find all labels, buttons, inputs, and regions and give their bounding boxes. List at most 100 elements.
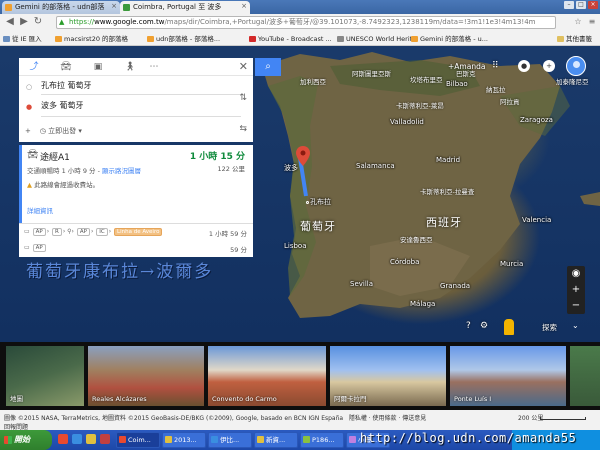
alternative-routes: ▭ AP › R › ⚲› AP › IC › Linha de Aveiro 1 小時… <box>19 223 253 257</box>
swap-icon[interactable]: ⇅ <box>239 93 247 103</box>
apps-icon <box>3 36 10 42</box>
alt-route-1[interactable]: ▭ AP › R › ⚲› AP › IC › Linha de Aveiro <box>24 228 163 236</box>
close-tab-icon[interactable]: × <box>241 2 247 10</box>
route-duration: 1 小時 15 分 <box>189 152 245 162</box>
unesco-icon <box>337 36 344 42</box>
zoom-out-icon[interactable]: − <box>567 298 585 314</box>
folder-quicklaunch-icon[interactable] <box>86 434 96 444</box>
taskbar-task-chrome[interactable]: Coim... <box>116 432 160 448</box>
bookmark-item[interactable]: macsirst20 的部落格 <box>54 34 128 44</box>
route-details-link[interactable]: 詳細資訊 <box>27 205 53 215</box>
apps-grid-icon[interactable]: ⠿ <box>492 61 499 71</box>
city-label-valencia: Valencia <box>522 216 552 224</box>
destination-pin-icon[interactable] <box>296 146 310 166</box>
photo-thumb[interactable]: Ponte Luís I <box>450 346 566 406</box>
address-bar[interactable]: ▲ https://www.google.com.tw/maps/dir/Coim… <box>56 16 556 29</box>
destination-field[interactable]: 波多 葡萄牙 <box>41 99 84 113</box>
origin-field[interactable]: 孔布拉 葡萄牙 <box>41 79 92 93</box>
photo-thumb[interactable] <box>570 346 600 406</box>
taskbar-task-folder[interactable]: 2013... <box>162 432 206 448</box>
line-chip: R <box>52 228 62 236</box>
explore-label[interactable]: 探索 <box>542 322 557 333</box>
close-tab-icon[interactable]: × <box>111 2 117 10</box>
car-icon[interactable]: 🚘︎ <box>59 61 73 73</box>
ie-quicklaunch-icon[interactable] <box>72 434 82 444</box>
line-chip: AP <box>76 228 90 236</box>
bookmark-item[interactable]: YouTube - Broadcast ... <box>248 34 332 44</box>
taskbar-task-doc[interactable]: 伊比... <box>208 432 252 448</box>
back-icon[interactable]: ◀ <box>4 16 16 28</box>
route-traffic-info: 交通順暢時 1 小時 9 分 - 顯示路況圖層 <box>27 167 142 175</box>
footer-links[interactable]: 隱私權 · 使用條款 · 傳送意見 <box>349 415 426 422</box>
traffic-layer-link[interactable]: 顯示路況圖層 <box>102 167 141 175</box>
route-title: 途經A1 <box>40 153 70 163</box>
overlay-caption: 葡萄牙康布拉→波爾多 <box>26 262 214 282</box>
notifications-icon[interactable]: ● <box>518 60 530 72</box>
walk-icon[interactable]: 🚶︎ <box>123 61 137 73</box>
media-quicklaunch-icon[interactable] <box>100 434 110 444</box>
bookmark-item[interactable]: 從 IE 匯入 <box>2 34 42 44</box>
help-icon[interactable]: ? <box>466 321 471 331</box>
region-label: 安達魯西亞 <box>400 236 433 244</box>
start-button[interactable]: 開始 <box>0 430 52 450</box>
route-options-icon[interactable]: ⇆ <box>239 124 247 134</box>
zoom-controls: ◉ + − <box>567 266 585 314</box>
route-card-selected[interactable]: 🚘︎ 途經A1 1 小時 15 分 122 公里 交通順暢時 1 小時 9 分 … <box>19 145 253 223</box>
maps-favicon-icon <box>123 4 130 11</box>
search-icon: ⌕ <box>265 61 271 72</box>
region-label: 卡斯蒂利亞-拉曼查 <box>420 188 475 196</box>
minimize-icon[interactable]: – <box>564 1 574 9</box>
region-label: 加利西亞 <box>300 78 326 86</box>
pegman-icon[interactable] <box>504 319 514 335</box>
city-label-granada: Granada <box>440 282 471 290</box>
photo-thumb[interactable]: 阿爾卡拉門 <box>330 346 446 406</box>
directions-icon[interactable]: ⤴ <box>27 61 41 73</box>
add-destination-button[interactable]: + <box>25 127 31 135</box>
menu-icon[interactable]: ≡ <box>587 17 597 27</box>
warning-icon: ▲ <box>27 181 32 189</box>
alt-route-2[interactable]: ▭ AP <box>24 244 47 252</box>
zoom-in-icon[interactable]: + <box>567 282 585 298</box>
my-location-icon[interactable]: ◉ <box>567 266 585 282</box>
close-directions-icon[interactable]: ✕ <box>239 60 248 73</box>
map-footer: 圖像 ©2015 NASA, TerraMetrics, 地圖資料 ©2015 … <box>0 410 600 431</box>
divider <box>41 94 241 95</box>
line-chip-highlight: Linha de Aveiro <box>114 228 163 236</box>
chevron-down-icon[interactable]: ⌄ <box>572 321 579 330</box>
browser-tab-maps[interactable]: Coimbra, Portugal 至 波多 × <box>120 1 250 14</box>
share-icon[interactable]: + <box>543 60 555 72</box>
account-link[interactable]: +Amanda <box>448 62 485 71</box>
taskbar-task-image[interactable]: P186... <box>300 432 344 448</box>
photo-thumb[interactable]: Reales Alcázares <box>88 346 204 406</box>
bookmark-item[interactable]: UNESCO World Herit... <box>336 34 418 44</box>
photo-thumb[interactable]: Convento do Carmo <box>208 346 326 406</box>
more-modes-icon[interactable]: ⋯ <box>147 61 161 73</box>
car-icon: 🚘︎ <box>27 150 39 160</box>
region-label: 阿拉貢 <box>500 98 520 106</box>
browser-tab-gemini[interactable]: Gemini 的部落格 - udn部落 × <box>2 1 120 14</box>
train-icon: ▭ <box>24 228 30 235</box>
region-label: 阿斯圖里亞斯 <box>352 70 391 78</box>
browser-toolbar: ◀ ▶ ↻ ▲ https://www.google.com.tw/maps/di… <box>0 14 600 32</box>
depart-time-dropdown[interactable]: 立即出發 <box>48 127 76 135</box>
chrome-quicklaunch-icon[interactable] <box>58 434 68 444</box>
reload-icon[interactable]: ↻ <box>32 16 44 28</box>
blog-icon <box>147 36 154 42</box>
forward-icon[interactable]: ▶ <box>18 16 30 28</box>
photo-thumb[interactable]: 地圖 <box>6 346 84 406</box>
region-label: 卡斯蒂利亞-萊昂 <box>396 102 444 110</box>
search-button[interactable]: ⌕ <box>255 58 281 76</box>
maximize-icon[interactable]: □ <box>576 1 586 9</box>
bookmark-item[interactable]: Gemini 的部落格 - u... <box>410 34 488 44</box>
settings-icon[interactable]: ⚙ <box>480 321 488 331</box>
scale-bar <box>540 417 586 420</box>
close-window-icon[interactable]: × <box>588 1 598 9</box>
bookmark-item[interactable]: udn部落格 - 部落格... <box>146 34 220 44</box>
star-icon[interactable]: ☆ <box>573 17 583 27</box>
transit-icon[interactable]: ▣ <box>91 61 105 73</box>
bookmark-folder-other[interactable]: 其他書籤 <box>556 34 592 44</box>
taskbar-task-folder[interactable]: 新資... <box>254 432 298 448</box>
folder-icon <box>557 36 564 42</box>
line-chip: AP <box>32 244 46 252</box>
avatar[interactable] <box>566 56 586 76</box>
